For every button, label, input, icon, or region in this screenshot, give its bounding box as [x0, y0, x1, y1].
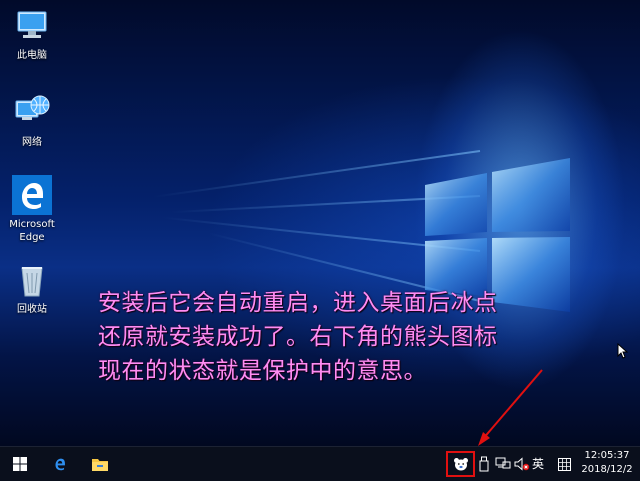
tray-volume-button[interactable] — [514, 455, 530, 473]
tray-usb-button[interactable] — [478, 455, 490, 473]
keyboard-icon — [557, 457, 571, 471]
tray-network-button[interactable] — [495, 455, 511, 473]
annotation-arrow — [478, 369, 543, 446]
bear-icon-highlight-box — [446, 451, 475, 477]
tray-keyboard-button[interactable] — [557, 455, 571, 473]
network-disconnected-icon — [495, 457, 511, 469]
ime-language-indicator[interactable]: 英 — [532, 455, 544, 472]
clock-date: 2018/12/2 — [581, 464, 633, 475]
start-button[interactable] — [0, 447, 40, 481]
volume-muted-icon — [514, 457, 530, 471]
taskbar-edge-button[interactable] — [40, 447, 80, 481]
edge-icon — [55, 458, 65, 471]
file-explorer-icon — [92, 459, 108, 471]
taskbar-clock[interactable]: 12:05:37 2018/12/2 — [578, 449, 636, 477]
windows-start-icon — [13, 457, 27, 471]
clock-time: 12:05:37 — [584, 450, 630, 461]
usb-drive-icon — [479, 456, 489, 472]
taskbar-file-explorer-button[interactable] — [80, 447, 120, 481]
